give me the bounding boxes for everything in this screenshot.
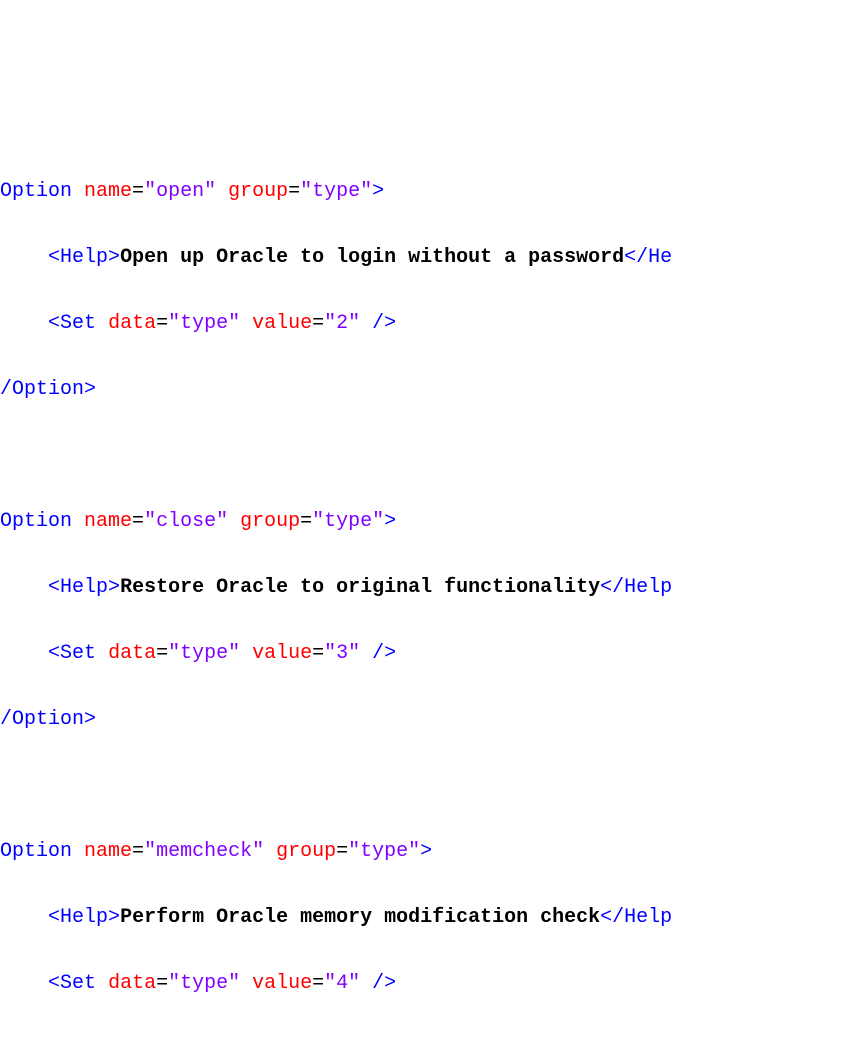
help-text: Restore Oracle to original functionality [120, 576, 600, 599]
xml-value: "type" [312, 510, 384, 533]
code-line: <Set data="type" value="3" /> [0, 637, 860, 670]
xml-tag: Help [60, 576, 108, 599]
blank-line [0, 769, 860, 802]
xml-attr: data [108, 642, 156, 665]
xml-tag: /Option [0, 708, 84, 731]
xml-value: "type" [348, 840, 420, 863]
xml-tag: Help [60, 246, 108, 269]
blank-line [0, 439, 860, 472]
code-line: /Option> [0, 703, 860, 736]
xml-attr: data [108, 972, 156, 995]
xml-attr: value [252, 642, 312, 665]
xml-attr: value [252, 312, 312, 335]
code-line: <Set data="type" value="2" /> [0, 307, 860, 340]
xml-tag: Set [60, 312, 96, 335]
xml-tag: Option [0, 510, 72, 533]
code-line: Option name="close" group="type"> [0, 505, 860, 538]
xml-value: "memcheck" [144, 840, 264, 863]
help-text: Perform Oracle memory modification check [120, 906, 600, 929]
xml-value: "3" [324, 642, 360, 665]
xml-attr: group [228, 180, 288, 203]
code-line: /Option> [0, 373, 860, 406]
xml-value: "open" [144, 180, 216, 203]
xml-attr: group [276, 840, 336, 863]
xml-value: "type" [300, 180, 372, 203]
xml-tag: Option [0, 180, 72, 203]
xml-value: "type" [168, 312, 240, 335]
xml-tag: Help [60, 906, 108, 929]
xml-tag: /Option [0, 378, 84, 401]
xml-value: "2" [324, 312, 360, 335]
xml-tag: Set [60, 972, 96, 995]
xml-value: "close" [144, 510, 228, 533]
xml-value: "4" [324, 972, 360, 995]
xml-attr: name [84, 840, 132, 863]
xml-attr: name [84, 180, 132, 203]
xml-tag: Option [0, 840, 72, 863]
code-line: Option name="memcheck" group="type"> [0, 835, 860, 868]
xml-attr: group [240, 510, 300, 533]
xml-attr: data [108, 312, 156, 335]
code-line: Option name="open" group="type"> [0, 175, 860, 208]
code-line: <Help>Perform Oracle memory modification… [0, 901, 860, 934]
xml-tag: Set [60, 642, 96, 665]
help-text: Open up Oracle to login without a passwo… [120, 246, 624, 269]
code-line: <Help>Restore Oracle to original functio… [0, 571, 860, 604]
code-line: <Help>Open up Oracle to login without a … [0, 241, 860, 274]
code-line: <Set data="type" value="4" /> [0, 967, 860, 1000]
xml-code-viewer: Option name="open" group="type"> <Help>O… [0, 142, 860, 1033]
xml-attr: name [84, 510, 132, 533]
xml-value: "type" [168, 972, 240, 995]
xml-attr: value [252, 972, 312, 995]
xml-value: "type" [168, 642, 240, 665]
